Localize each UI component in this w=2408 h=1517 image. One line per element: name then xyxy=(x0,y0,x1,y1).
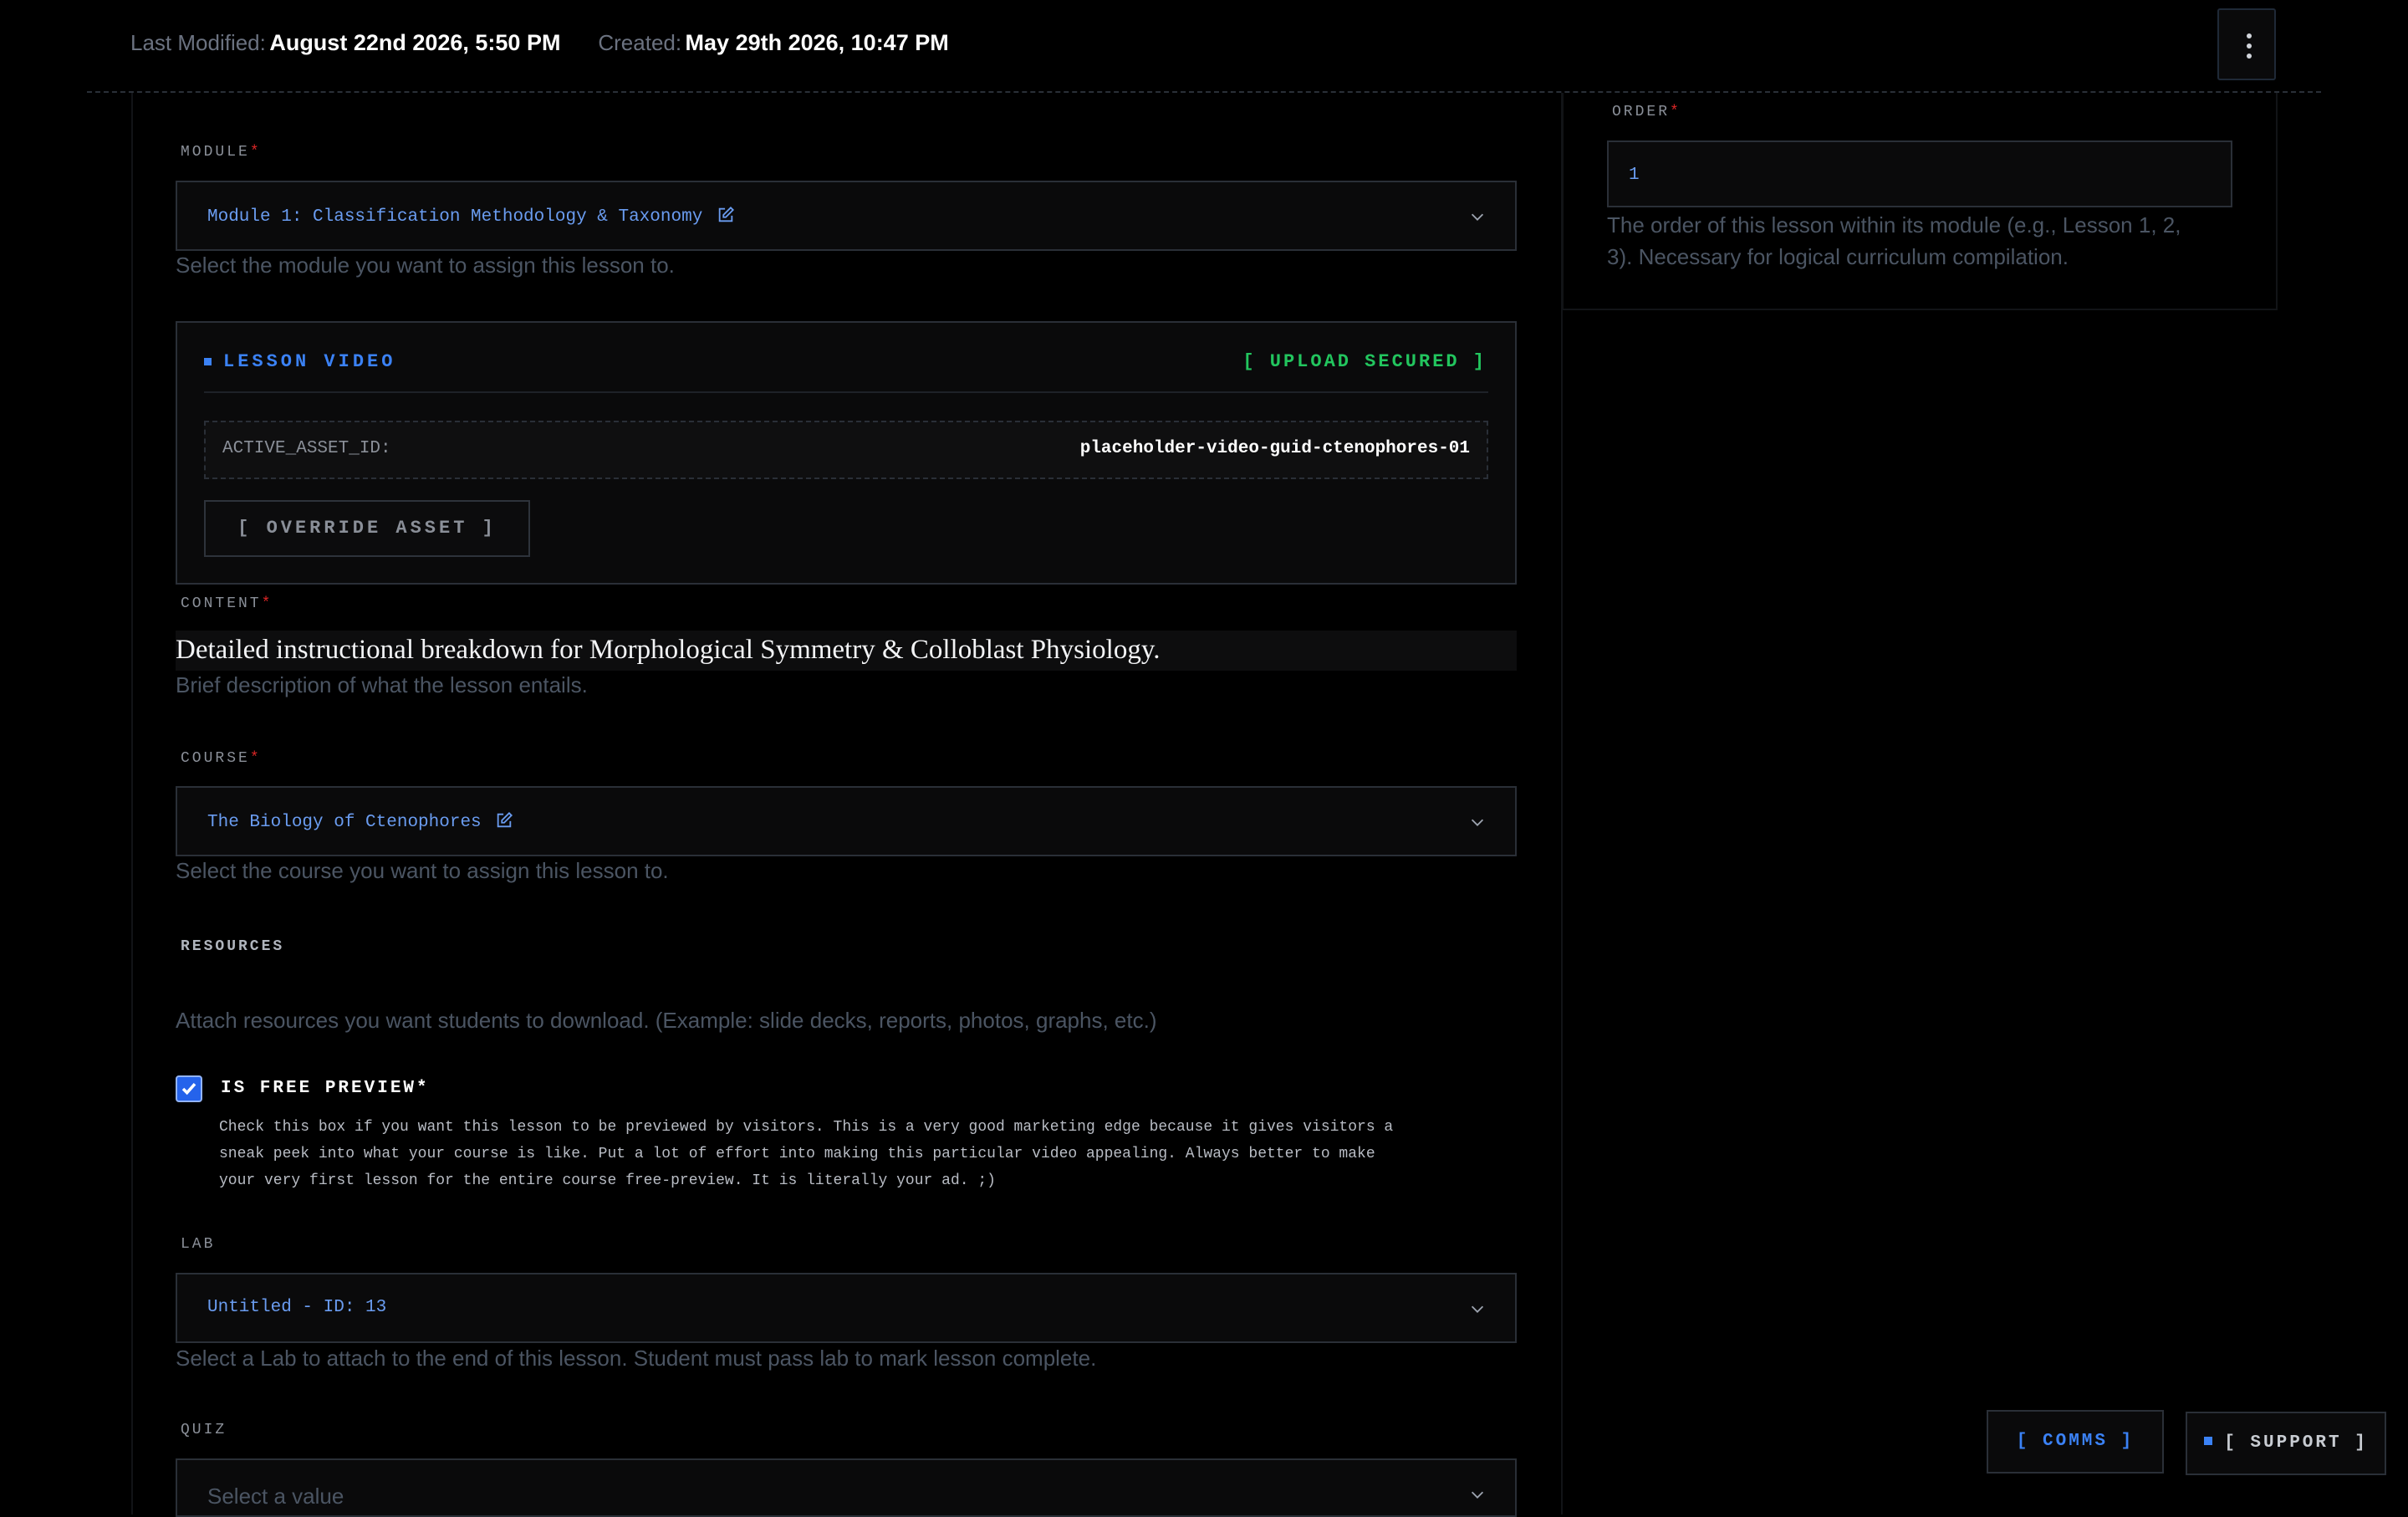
active-asset-label: ACTIVE_ASSET_ID: xyxy=(222,439,391,458)
resources-help: Attach resources you want students to do… xyxy=(176,1008,1157,1033)
free-preview-description-line: Check this box if you want this lesson t… xyxy=(219,1119,1394,1136)
lab-label: LAB xyxy=(181,1236,216,1253)
order-help-line: 3). Necessary for logical curriculum com… xyxy=(1607,244,2069,269)
quiz-select[interactable]: Select a value xyxy=(176,1458,1517,1517)
course-select[interactable]: The Biology of Ctenophores xyxy=(176,786,1517,856)
support-button[interactable]: [ SUPPORT ] xyxy=(2186,1412,2386,1475)
lab-help: Select a Lab to attach to the end of thi… xyxy=(176,1346,1097,1371)
override-asset-button[interactable]: [ OVERRIDE ASSET ] xyxy=(204,500,530,557)
last-modified-value: August 22nd 2026, 5:50 PM xyxy=(269,30,561,55)
chevron-down-icon xyxy=(1471,1305,1484,1313)
content-field[interactable]: Detailed instructional breakdown for Mor… xyxy=(176,631,1517,671)
check-icon xyxy=(181,1083,196,1096)
quiz-select-placeholder: Select a value xyxy=(207,1484,344,1509)
quiz-label: QUIZ xyxy=(181,1422,227,1438)
chevron-down-icon xyxy=(1471,819,1484,826)
order-label: ORDER* xyxy=(1612,104,1681,120)
module-select-value: Module 1: Classification Methodology & T… xyxy=(207,207,703,227)
meta-bar: Last Modified: August 22nd 2026, 5:50 PM… xyxy=(130,30,949,64)
created-value: May 29th 2026, 10:47 PM xyxy=(685,30,949,55)
resources-label: RESOURCES xyxy=(181,938,285,955)
free-preview-checkbox[interactable] xyxy=(176,1075,202,1102)
edit-icon[interactable] xyxy=(495,811,513,830)
support-button-label: [ SUPPORT ] xyxy=(2224,1433,2368,1453)
order-input[interactable]: 1 xyxy=(1607,140,2232,207)
order-help-line: The order of this lesson within its modu… xyxy=(1607,212,2181,238)
last-modified-label: Last Modified: xyxy=(130,30,266,55)
module-help: Select the module you want to assign thi… xyxy=(176,253,675,278)
lab-select-value: Untitled - ID: 13 xyxy=(207,1298,387,1317)
more-options-button[interactable] xyxy=(2217,8,2276,80)
square-bullet-icon xyxy=(204,358,212,365)
order-help: The order of this lesson within its modu… xyxy=(1607,209,2181,273)
module-select[interactable]: Module 1: Classification Methodology & T… xyxy=(176,181,1517,251)
module-label: MODULE* xyxy=(181,144,262,161)
active-asset-row: ACTIVE_ASSET_ID: placeholder-video-guid-… xyxy=(204,421,1488,479)
lesson-video-divider xyxy=(204,391,1488,393)
lab-select[interactable]: Untitled - ID: 13 xyxy=(176,1273,1517,1343)
free-preview-description-line: sneak peek into what your course is like… xyxy=(219,1146,1375,1162)
content-label: CONTENT* xyxy=(181,595,273,612)
active-asset-value: placeholder-video-guid-ctenophores-01 xyxy=(1079,439,1470,458)
comms-button[interactable]: [ COMMS ] xyxy=(1987,1410,2164,1474)
content-help: Brief description of what the lesson ent… xyxy=(176,672,588,697)
chevron-down-icon xyxy=(1471,213,1484,221)
course-select-value: The Biology of Ctenophores xyxy=(207,813,482,832)
course-label: COURSE* xyxy=(181,750,262,767)
square-bullet-icon xyxy=(2204,1437,2213,1445)
edit-icon[interactable] xyxy=(717,206,735,224)
chevron-down-icon xyxy=(1471,1491,1484,1499)
created-label: Created: xyxy=(598,30,682,55)
course-help: Select the course you want to assign thi… xyxy=(176,858,669,883)
lesson-video-title: LESSON VIDEO xyxy=(223,351,396,372)
free-preview-description: Check this box if you want this lesson t… xyxy=(219,1114,1393,1194)
free-preview-description-line: your very first lesson for the entire co… xyxy=(219,1172,996,1189)
free-preview-label: IS FREE PREVIEW* xyxy=(221,1079,430,1098)
upload-status-badge: [ UPLOAD SECURED ] xyxy=(1242,351,1487,372)
order-input-value: 1 xyxy=(1629,166,1640,185)
